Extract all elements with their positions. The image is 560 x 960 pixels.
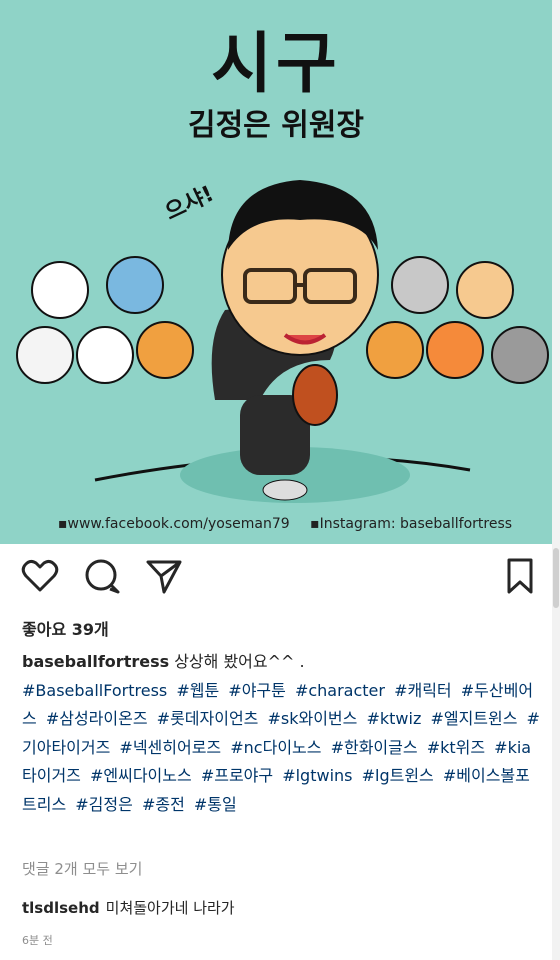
hashtag-link[interactable]: #넥센히어로즈 <box>119 738 221 757</box>
hashtag-link[interactable]: #엘지트윈스 <box>430 709 517 728</box>
comment-text: 미쳐돌아가네 나라가 <box>105 899 235 917</box>
hashtag-link[interactable]: #ktwiz <box>366 709 421 728</box>
hashtag-link[interactable]: #웹툰 <box>176 681 219 700</box>
shout-text: 으샤! <box>161 182 217 226</box>
hashtag-link[interactable]: #sk와이번스 <box>267 709 357 728</box>
post-image[interactable]: 시구 김정은 위원장 으샤! ▪www.facebook.com/yoseman… <box>0 0 552 544</box>
view-all-comments-link[interactable]: 댓글 2개 모두 보기 <box>22 858 142 879</box>
heart-icon[interactable] <box>20 556 60 596</box>
credit-facebook: ▪www.facebook.com/yoseman79 <box>58 516 290 532</box>
scrollbar[interactable] <box>552 0 560 960</box>
comment-icon[interactable] <box>82 556 122 596</box>
caption-username[interactable]: baseballfortress <box>22 652 169 671</box>
hashtag-link[interactable]: #프로야구 <box>201 766 273 785</box>
caption: baseballfortress 상상해 봤어요^^ . #BaseballFo… <box>22 648 542 819</box>
caption-text: 상상해 봤어요^^ . <box>169 652 305 671</box>
cartoon-illustration: 으샤! <box>16 180 549 503</box>
comment-item: tlsdlsehd 미쳐돌아가네 나라가 <box>22 897 235 918</box>
image-credit: ▪www.facebook.com/yoseman79 ▪Instagram: … <box>58 516 512 532</box>
hashtag-link[interactable]: #종전 <box>142 795 185 814</box>
hashtag-link[interactable]: #엔씨다이노스 <box>90 766 192 785</box>
hashtag-link[interactable]: #롯데자이언츠 <box>157 709 259 728</box>
hashtag-link[interactable]: #character <box>295 681 385 700</box>
hashtag-link[interactable]: #한화이글스 <box>331 738 418 757</box>
hashtag-link[interactable]: #캐릭터 <box>394 681 452 700</box>
send-icon[interactable] <box>144 556 184 596</box>
hashtag-link[interactable]: #삼성라이온즈 <box>46 709 148 728</box>
hashtag-link[interactable]: #BaseballFortress <box>22 681 167 700</box>
comment-username[interactable]: tlsdlsehd <box>22 899 100 917</box>
hashtag-link[interactable]: #lgtwins <box>282 766 352 785</box>
hashtag-link[interactable]: #통일 <box>194 795 237 814</box>
hashtag-link[interactable]: #kt위즈 <box>427 738 485 757</box>
likes-count[interactable]: 좋아요 39개 <box>22 616 109 640</box>
credit-instagram: ▪Instagram: baseballfortress <box>310 516 513 532</box>
hashtag-link[interactable]: #야구툰 <box>228 681 286 700</box>
hashtag-list: #BaseballFortress #웹툰 #야구툰 #character #캐… <box>22 677 542 820</box>
hashtag-link[interactable]: #nc다이노스 <box>230 738 321 757</box>
hashtag-link[interactable]: #lg트윈스 <box>362 766 434 785</box>
bookmark-icon[interactable] <box>500 556 540 596</box>
post-action-bar <box>0 556 552 604</box>
post-timestamp: 6분 전 <box>22 934 53 947</box>
scrollbar-thumb[interactable] <box>553 548 559 608</box>
hashtag-link[interactable]: #김정은 <box>75 795 133 814</box>
